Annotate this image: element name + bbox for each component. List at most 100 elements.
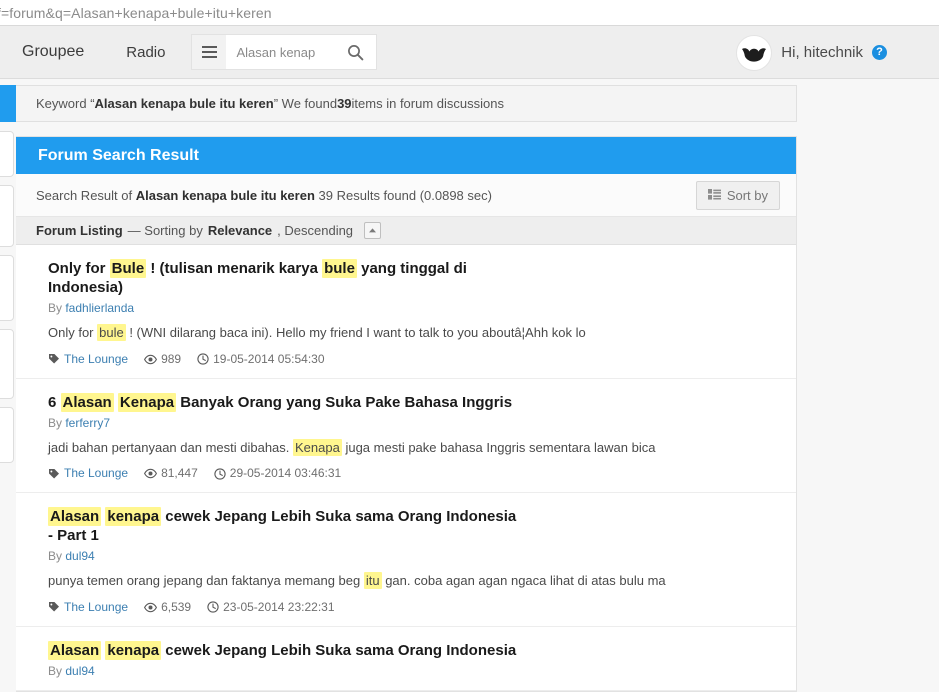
keyword-count: 39 <box>337 96 352 111</box>
result-date: 29-05-2014 03:46:31 <box>229 465 342 480</box>
result-author-link[interactable]: dul94 <box>65 549 94 563</box>
keyword-suffix: items in forum discussions <box>351 96 504 111</box>
clock-icon <box>207 600 219 614</box>
sidebar-widget[interactable] <box>0 185 14 247</box>
list-grid-icon <box>707 188 721 203</box>
result-forum-link[interactable]: The Lounge <box>64 352 128 366</box>
eye-icon <box>144 466 158 480</box>
result-forum-link[interactable]: The Lounge <box>64 466 128 480</box>
keyword-text: Alasan kenapa bule itu keren <box>94 96 274 111</box>
result-snippet-highlight: bule <box>97 324 126 342</box>
browser-url-bar[interactable]: f=forum&q=Alasan+kenapa+bule+itu+keren <box>0 0 939 26</box>
search-input[interactable] <box>236 44 341 60</box>
caret-up-icon[interactable] <box>364 222 382 239</box>
result-title[interactable]: Only for Bule ! (tulisan menarik karya b… <box>48 259 518 297</box>
hamburger-icon[interactable] <box>192 35 227 69</box>
result-title-text: Banyak Orang yang Suka Pake Bahasa Inggr… <box>176 393 513 411</box>
result-author-label: By <box>48 415 66 430</box>
result-date-group: 23-05-2014 23:22:31 <box>207 599 335 614</box>
result-views-count: 81,447 <box>161 465 198 480</box>
result-snippet: jadi bahan pertanyaan dan mesti dibahas.… <box>48 438 776 457</box>
result-meta: The Lounge 81,447 29-05-2014 03:46:31 <box>48 466 776 480</box>
navbar-search <box>191 34 378 70</box>
result-snippet-text: punya temen orang jepang dan faktanya me… <box>48 573 364 589</box>
result-summary: Search Result of Alasan kenapa bule itu … <box>36 188 492 203</box>
result-title-highlight: kenapa <box>105 640 162 660</box>
result-meta: The Lounge 989 19-05-2014 05:54:30 <box>48 352 776 366</box>
result-item: Only for Bule ! (tulisan menarik karya b… <box>16 245 796 379</box>
result-title-highlight: Alasan <box>48 640 102 660</box>
result-date-group: 19-05-2014 05:54:30 <box>197 351 325 366</box>
result-views-count: 6,539 <box>161 599 192 614</box>
result-author-link[interactable]: fadhlierlanda <box>65 301 134 315</box>
result-item: 6 Alasan Kenapa Banyak Orang yang Suka P… <box>16 379 796 493</box>
result-forum-group: The Lounge <box>48 600 128 614</box>
result-author: By dul94 <box>48 664 776 678</box>
result-title[interactable]: Alasan kenapa cewek Jepang Lebih Suka sa… <box>48 506 518 545</box>
result-snippet-highlight: itu <box>363 572 382 590</box>
eye-icon <box>144 352 158 366</box>
result-forum-link[interactable]: The Lounge <box>64 600 128 614</box>
tag-icon <box>48 600 60 614</box>
search-icon[interactable] <box>340 37 370 67</box>
left-sidebar-rail <box>0 79 16 690</box>
clock-icon <box>197 352 209 366</box>
result-title-text: cewek Jepang Lebih Suka sama Orang Indon… <box>161 641 517 659</box>
search-field-wrapper <box>226 35 377 69</box>
keyword-middle: ” We found <box>273 96 338 111</box>
page-body: Keyword “Alasan kenapa bule itu keren” W… <box>0 79 939 692</box>
result-date: 23-05-2014 23:22:31 <box>223 599 335 614</box>
sidebar-widget[interactable] <box>0 255 14 321</box>
result-author-label: By <box>48 549 66 564</box>
result-author-link[interactable]: dul94 <box>65 664 94 678</box>
result-title[interactable]: 6 Alasan Kenapa Banyak Orang yang Suka P… <box>48 392 518 412</box>
result-views-count: 989 <box>161 351 182 366</box>
tag-icon <box>48 352 60 366</box>
user-greeting[interactable]: Hi, hitechnik <box>781 44 863 61</box>
nav-item-radio[interactable]: Radio <box>106 44 185 61</box>
result-title-highlight: bule <box>322 259 357 278</box>
listing-dash: — Sorting by <box>127 223 203 238</box>
avatar[interactable] <box>736 34 773 71</box>
result-snippet-text: ! (WNI dilarang baca ini). Hello my frie… <box>125 325 586 341</box>
page-title: Forum Search Result <box>38 146 199 164</box>
site-navbar: Groupee Radio Hi, hitechnik ? <box>0 26 939 79</box>
sort-by-button[interactable]: Sort by <box>695 180 780 210</box>
result-author: By fadhlierlanda <box>48 301 776 315</box>
results-list: Only for Bule ! (tulisan menarik karya b… <box>16 245 796 691</box>
result-title-highlight: Alasan <box>60 392 114 412</box>
result-views-group: 81,447 <box>144 466 198 480</box>
keyword-prefix: Keyword “ <box>36 96 95 111</box>
result-title-highlight: Bule <box>109 259 147 278</box>
result-snippet-text: gan. coba agan agan ngaca lihat di atas … <box>381 573 666 589</box>
result-snippet: Only for bule ! (WNI dilarang baca ini).… <box>48 324 776 342</box>
accent-bar <box>0 85 16 122</box>
result-title-highlight: Kenapa <box>117 392 177 412</box>
brand-logo[interactable]: Groupee <box>0 43 106 61</box>
result-snippet-text: Only for <box>48 325 98 341</box>
result-date-group: 29-05-2014 03:46:31 <box>214 466 341 480</box>
navbar-user-area: Hi, hitechnik ? <box>736 26 887 79</box>
listing-label: Forum Listing <box>36 223 123 238</box>
result-title-text: ! (tulisan menarik karya <box>146 260 323 277</box>
summary-suffix: 39 Results found (0.0898 sec) <box>314 187 492 203</box>
result-title[interactable]: Alasan kenapa cewek Jepang Lebih Suka sa… <box>48 640 518 660</box>
sidebar-widget[interactable] <box>0 407 14 463</box>
result-snippet-text: juga mesti pake bahasa Inggris sementara… <box>341 439 656 455</box>
result-date: 19-05-2014 05:54:30 <box>213 351 325 366</box>
result-forum-group: The Lounge <box>48 466 128 480</box>
result-author-label: By <box>48 301 66 316</box>
help-icon[interactable]: ? <box>872 45 887 60</box>
summary-prefix: Search Result of <box>36 187 136 203</box>
result-views-group: 989 <box>144 352 181 366</box>
sidebar-widget[interactable] <box>0 131 14 177</box>
sidebar-widget[interactable] <box>0 329 14 399</box>
summary-keyword: Alasan kenapa bule itu keren <box>135 187 315 203</box>
result-item: Alasan kenapa cewek Jepang Lebih Suka sa… <box>16 627 796 691</box>
main-content: Keyword “Alasan kenapa bule itu keren” W… <box>16 79 797 692</box>
result-title-highlight: Alasan <box>48 506 102 526</box>
result-author-label: By <box>48 663 66 678</box>
result-title-highlight: kenapa <box>105 506 162 526</box>
result-title-text: 6 <box>48 393 61 411</box>
result-author-link[interactable]: ferferry7 <box>65 416 110 430</box>
